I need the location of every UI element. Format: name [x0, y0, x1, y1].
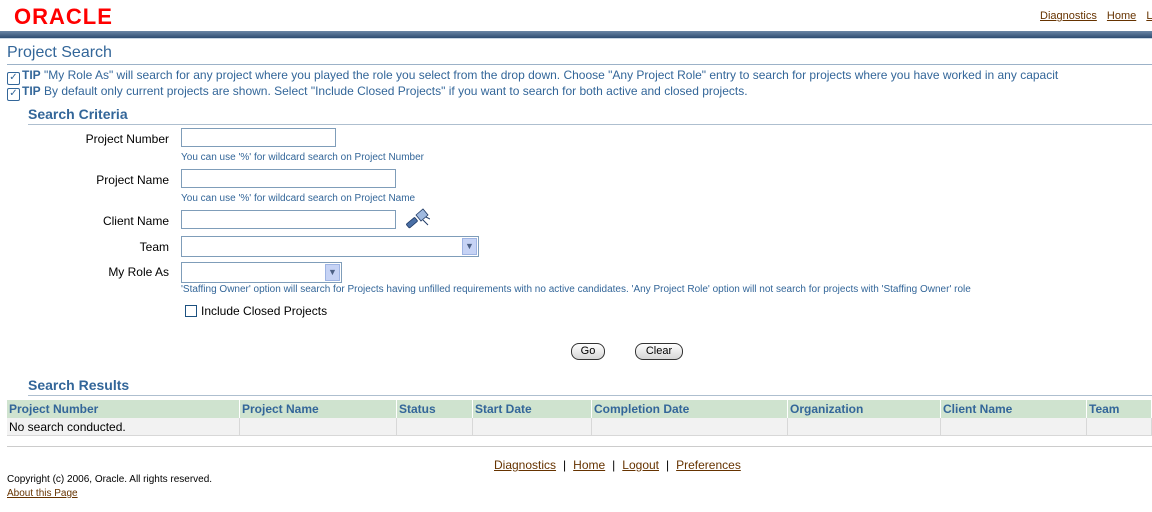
project-number-input[interactable] — [181, 128, 336, 147]
column-header[interactable]: Project Name — [239, 400, 397, 418]
chevron-down-icon[interactable]: ▼ — [325, 264, 340, 281]
tip-text: By default only current projects are sho… — [44, 84, 748, 98]
project-name-hint: You can use '%' for wildcard search on P… — [181, 193, 416, 204]
project-number-hint: You can use '%' for wildcard search on P… — [181, 152, 425, 163]
global-links: Diagnostics Home Lo — [1040, 10, 1152, 22]
client-name-input[interactable] — [181, 210, 396, 229]
checkmark-icon: ✓ — [7, 88, 20, 101]
project-name-label: Project Name — [96, 173, 169, 187]
page-title: Project Search — [7, 44, 112, 61]
results-table: Project Number Project Name Status Start… — [7, 400, 1152, 436]
search-criteria-heading: Search Criteria — [28, 106, 128, 122]
include-closed-label[interactable]: Include Closed Projects — [201, 304, 327, 318]
footer-link-home[interactable]: Home — [573, 458, 605, 472]
title-divider — [7, 64, 1152, 65]
copyright-text: Copyright (c) 2006, Oracle. All rights r… — [7, 474, 213, 485]
column-header[interactable]: Completion Date — [591, 400, 788, 418]
about-page-link[interactable]: About this Page — [7, 488, 78, 499]
table-cell — [239, 418, 397, 436]
go-button[interactable]: Go — [571, 343, 605, 360]
section-divider — [28, 124, 1152, 125]
table-cell — [1086, 418, 1152, 436]
team-label: Team — [139, 240, 169, 254]
table-cell — [472, 418, 592, 436]
empty-message: No search conducted. — [7, 418, 240, 436]
footer-link-logout[interactable]: Logout — [622, 458, 659, 472]
global-link-diagnostics[interactable]: Diagnostics — [1040, 10, 1097, 22]
clear-button[interactable]: Clear — [635, 343, 683, 360]
global-link-home[interactable]: Home — [1107, 10, 1136, 22]
column-header[interactable]: Organization — [787, 400, 941, 418]
global-link-logout[interactable]: Lo — [1146, 10, 1152, 22]
column-header[interactable]: Team — [1086, 400, 1152, 418]
footer-link-diagnostics[interactable]: Diagnostics — [494, 458, 556, 472]
chevron-down-icon[interactable]: ▼ — [462, 238, 477, 255]
include-closed-checkbox[interactable] — [185, 305, 197, 317]
tip-role: ✓ TIP "My Role As" will search for any pr… — [7, 68, 1058, 85]
flashlight-search-icon[interactable] — [404, 208, 430, 232]
oracle-logo: ORACLE — [14, 4, 113, 29]
my-role-label: My Role As — [108, 265, 169, 279]
table-cell — [940, 418, 1087, 436]
table-cell — [591, 418, 788, 436]
footer-link-preferences[interactable]: Preferences — [676, 458, 741, 472]
project-number-label: Project Number — [85, 132, 169, 146]
tip-label: TIP — [22, 68, 41, 82]
section-divider — [28, 395, 1152, 396]
project-name-input[interactable] — [181, 169, 396, 188]
my-role-select[interactable]: ▼ — [181, 262, 342, 283]
footer-links: Diagnostics | Home | Logout | Preferences — [494, 458, 741, 472]
column-header[interactable]: Start Date — [472, 400, 592, 418]
table-row: No search conducted. — [7, 418, 1152, 436]
brand-bar — [0, 31, 1152, 39]
tip-label: TIP — [22, 84, 41, 98]
client-name-label: Client Name — [102, 214, 169, 228]
my-role-hint: 'Staffing Owner' option will search for … — [181, 284, 971, 295]
table-header-row: Project Number Project Name Status Start… — [7, 400, 1152, 418]
table-cell — [787, 418, 941, 436]
tip-text: "My Role As" will search for any project… — [44, 68, 1059, 82]
team-select[interactable]: ▼ — [181, 236, 479, 257]
table-cell — [396, 418, 473, 436]
search-results-heading: Search Results — [28, 377, 130, 393]
column-header[interactable]: Project Number — [7, 400, 240, 418]
column-header[interactable]: Client Name — [940, 400, 1087, 418]
footer-divider — [7, 446, 1152, 447]
column-header[interactable]: Status — [396, 400, 473, 418]
tip-closed: ✓ TIP By default only current projects ar… — [7, 84, 748, 101]
